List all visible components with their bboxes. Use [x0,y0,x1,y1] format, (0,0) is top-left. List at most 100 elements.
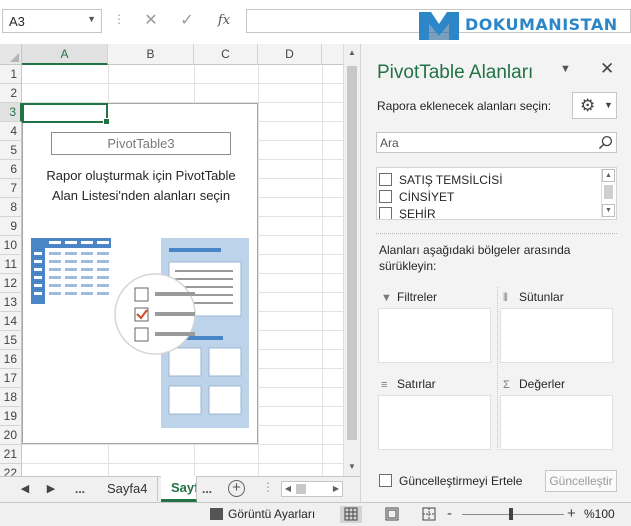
vertical-ellipsis-icon[interactable]: ⋮ [113,12,125,26]
name-box[interactable]: A3 ▼ [2,9,102,33]
row-header-22[interactable]: 22 [0,464,22,476]
vertical-scrollbar[interactable]: ▲ ▼ [343,44,360,476]
scroll-up-icon[interactable]: ▲ [346,47,358,59]
columns-drop-zone[interactable] [500,308,613,363]
scroll-up-icon[interactable]: ▲ [602,169,615,182]
rows-label: Satırlar [397,377,436,391]
row-header-1[interactable]: 1 [0,65,22,84]
field-checkbox[interactable] [379,207,392,219]
row-header-9[interactable]: 9 [0,217,22,236]
field-search-box[interactable] [376,132,617,153]
page-break-icon [422,507,436,521]
row-header-11[interactable]: 11 [0,255,22,274]
pivot-table-name: PivotTable3 [51,132,231,155]
column-header-a[interactable]: A [22,44,108,65]
row-header-10[interactable]: 10 [0,236,22,255]
row-header-12[interactable]: 12 [0,274,22,293]
sheet-tab-active[interactable]: Sayf [161,476,197,502]
add-sheet-button[interactable]: + [228,480,245,497]
row-header-7[interactable]: 7 [0,179,22,198]
scroll-left-icon[interactable]: ◀ [282,483,294,495]
row-header-15[interactable]: 15 [0,331,22,350]
search-input[interactable] [377,133,587,152]
grid-line [22,463,343,464]
row-header-20[interactable]: 20 [0,426,22,445]
defer-update-checkbox[interactable] [379,474,392,487]
filters-drop-zone[interactable] [378,308,491,363]
logo-text: DOKUMANISTAN [465,15,618,34]
scroll-right-icon[interactable]: ▶ [330,483,342,495]
field-checkbox[interactable] [379,173,392,186]
field-checkbox[interactable] [379,190,392,203]
more-sheets-right[interactable]: ... [202,482,212,496]
zoom-slider-thumb[interactable] [509,508,513,520]
rows-area-label: ≡ Satırlar [381,377,436,393]
field-item-sehir[interactable]: ŞEHİR [379,204,599,219]
row-header-4[interactable]: 4 [0,122,22,141]
field-label: ŞEHİR [399,207,436,219]
view-settings-button[interactable]: Görüntü Ayarları [210,507,315,521]
scroll-down-icon[interactable]: ▼ [346,461,358,473]
tab-split-handle-icon[interactable]: ⋮ [262,480,274,494]
column-header-e[interactable] [322,44,343,65]
row-header-19[interactable]: 19 [0,407,22,426]
drag-hint-text: Alanları aşağıdaki bölgeler arasında sür… [379,243,571,273]
values-area-label: Σ Değerler [503,377,565,393]
field-item-cinsiyet[interactable]: CİNSİYET [379,187,599,205]
row-header-2[interactable]: 2 [0,84,22,103]
pivot-table-placeholder[interactable]: PivotTable3 Rapor oluşturmak için PivotT… [22,103,258,444]
pane-options-chevron-icon[interactable]: ▼ [560,63,571,75]
row-header-13[interactable]: 13 [0,293,22,312]
values-drop-zone[interactable] [500,395,613,450]
page-layout-view-button[interactable] [381,506,403,523]
scroll-down-icon[interactable]: ▼ [602,204,615,217]
search-icon[interactable] [598,135,613,150]
row-header-18[interactable]: 18 [0,388,22,407]
row-header-3[interactable]: 3 [0,103,22,122]
next-sheet-icon[interactable]: ▶ [44,482,58,495]
update-button[interactable]: Güncelleştir [545,470,617,492]
horizontal-scrollbar[interactable]: ◀ ▶ [281,481,343,497]
active-cell-a3[interactable] [22,103,110,125]
close-icon[interactable]: ✕ [600,59,614,79]
row-header-17[interactable]: 17 [0,369,22,388]
normal-view-button[interactable] [340,506,362,523]
rows-icon: ≡ [381,379,388,391]
view-settings-label: Görüntü Ayarları [228,507,316,521]
worksheet-grid[interactable]: A B C D 1 2 3 4 5 6 7 8 9 10 11 12 13 14 15 16 17 18 19 20 2… [0,44,343,476]
insert-function-icon[interactable]: fx [211,8,237,34]
field-list-settings-button[interactable]: ⚙ ▼ [572,92,617,119]
row-header-8[interactable]: 8 [0,198,22,217]
column-header-c[interactable]: C [194,44,258,65]
rows-drop-zone[interactable] [378,395,491,450]
chevron-down-icon: ▼ [604,100,613,110]
row-header-6[interactable]: 6 [0,160,22,179]
vertical-scroll-thumb[interactable] [347,66,357,440]
column-header-d[interactable]: D [258,44,322,65]
zoom-slider[interactable] [462,514,564,515]
zoom-out-button[interactable]: - [447,505,452,522]
zoom-in-button[interactable]: + [567,505,576,522]
select-all-button[interactable] [0,44,22,65]
field-list-scrollbar[interactable]: ▲ ▼ [601,169,615,218]
grid-line [22,444,343,445]
field-list-scroll-thumb[interactable] [604,185,613,199]
horizontal-scroll-thumb[interactable] [296,484,306,494]
row-header-21[interactable]: 21 [0,445,22,464]
sheet-tab-sayfa4[interactable]: Sayfa4 [97,477,159,501]
column-header-b[interactable]: B [108,44,194,65]
row-header-14[interactable]: 14 [0,312,22,331]
chevron-down-icon[interactable]: ▼ [87,14,96,24]
more-sheets-left[interactable]: ... [75,482,85,496]
previous-sheet-icon[interactable]: ◀ [18,482,32,495]
pivot-illustration-icon [31,238,249,428]
cancel-icon[interactable]: ✕ [138,8,164,34]
row-header-16[interactable]: 16 [0,350,22,369]
page-break-view-button[interactable] [418,506,440,523]
formula-bar: A3 ▼ ⋮ ✕ ✓ fx DOKUMANISTAN [0,0,631,44]
row-header-5[interactable]: 5 [0,141,22,160]
enter-icon[interactable]: ✓ [174,8,200,34]
zoom-level[interactable]: %100 [584,507,615,521]
field-item-satis-temsilcisi[interactable]: SATIŞ TEMSİLCİSİ [379,170,599,188]
pane-divider [376,233,617,234]
